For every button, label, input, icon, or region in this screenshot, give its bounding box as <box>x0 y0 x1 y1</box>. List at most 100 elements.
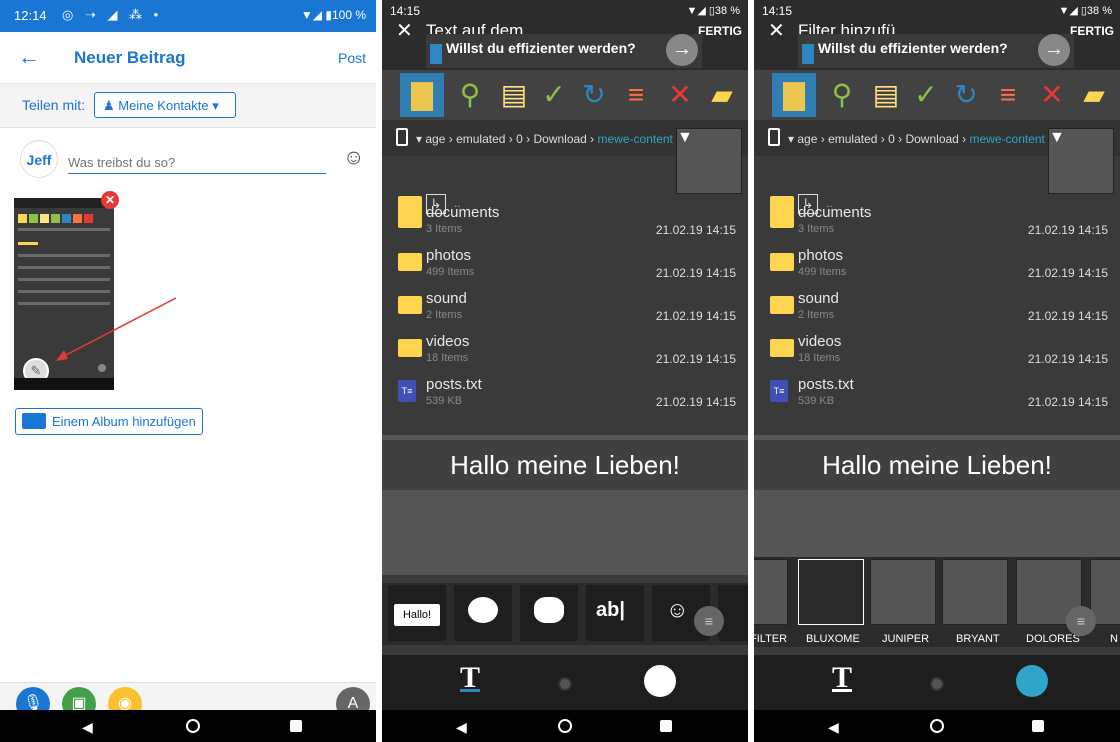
post-button[interactable]: Post <box>338 50 366 66</box>
refresh-icon[interactable]: ↻ <box>572 73 616 117</box>
filter-thumb-selected[interactable] <box>798 559 864 625</box>
search-icon[interactable]: ⚲ <box>448 73 492 117</box>
crumb[interactable]: emulated <box>456 132 505 146</box>
document-icon[interactable]: ▤ <box>864 73 908 117</box>
file-row[interactable]: T≡ posts.txt 539 KB 21.02.19 14:15 <box>754 372 1120 415</box>
sort-icon[interactable]: ≡ <box>986 73 1030 117</box>
folder-move-icon[interactable]: ▰ <box>1072 73 1116 117</box>
frame-icon[interactable] <box>718 585 748 641</box>
filter-label[interactable]: N <box>1110 633 1118 645</box>
filter-icon[interactable]: ▼ <box>676 128 742 194</box>
text-tool-icon[interactable]: T <box>460 661 480 695</box>
home-nav-icon[interactable] <box>558 719 572 733</box>
attached-image-thumbnail[interactable]: ✎ <box>14 198 114 390</box>
filter-thumb[interactable] <box>942 559 1008 625</box>
recents-nav-icon[interactable] <box>290 720 302 732</box>
folder-icon <box>398 253 422 271</box>
menu-handle-icon[interactable]: ≡ <box>694 606 724 636</box>
close-icon[interactable]: ✕ <box>768 18 785 43</box>
file-row[interactable]: documents 3 Items 21.02.19 14:15 <box>754 200 1120 243</box>
ad-info-icon[interactable] <box>430 44 442 64</box>
check-icon[interactable]: ✓ <box>904 73 948 117</box>
delete-icon[interactable]: ✕ <box>658 73 702 117</box>
android-nav-bar: ◀ <box>382 710 748 742</box>
avatar: Jeff <box>20 140 58 178</box>
close-icon[interactable]: ✕ <box>396 18 413 43</box>
crumb[interactable]: age <box>425 132 445 146</box>
file-row[interactable]: photos 499 Items 21.02.19 14:15 <box>754 243 1120 286</box>
sticker-hallo[interactable]: Hallo! <box>388 585 446 641</box>
post-text-input[interactable] <box>68 152 326 174</box>
check-icon[interactable]: ✓ <box>532 73 576 117</box>
sticker-text[interactable]: ab| <box>586 585 644 641</box>
folder-icon[interactable]: ▇ <box>772 73 816 117</box>
filter-label[interactable]: DOLORES <box>1026 633 1080 645</box>
ad-info-icon[interactable] <box>802 44 814 64</box>
filter-label[interactable]: JUNIPER <box>882 633 929 645</box>
device-icon[interactable] <box>396 128 408 146</box>
done-button[interactable]: FERTIG <box>1070 24 1114 38</box>
document-icon[interactable]: ▤ <box>492 73 536 117</box>
ad-banner[interactable]: Willst du effizienter werden? → <box>426 34 702 68</box>
overlay-text[interactable]: Hallo meine Lieben! <box>382 440 748 490</box>
share-audience-dropdown[interactable]: ♟ Meine Kontakte ▾ <box>94 92 236 118</box>
crumb[interactable]: age <box>797 132 817 146</box>
folder-move-icon[interactable]: ▰ <box>700 73 744 117</box>
recents-nav-icon[interactable] <box>1032 720 1044 732</box>
overlay-text[interactable]: Hallo meine Lieben! <box>754 440 1120 490</box>
thumb-navbar <box>14 378 114 390</box>
file-row[interactable]: sound 2 Items 21.02.19 14:15 <box>754 286 1120 329</box>
folder-icon <box>770 210 794 228</box>
crumb[interactable]: Download <box>905 132 958 146</box>
arrow-left-icon[interactable]: ← <box>18 44 40 70</box>
file-row[interactable]: sound 2 Items 21.02.19 14:15 <box>382 286 748 329</box>
filter-thumb[interactable] <box>754 559 788 625</box>
recents-nav-icon[interactable] <box>660 720 672 732</box>
file-size: 2 Items <box>426 309 463 321</box>
breadcrumb-path[interactable]: ▾ age › emulated › 0 › Download › mewe-c… <box>416 132 673 146</box>
filter-label[interactable]: BRYANT <box>956 633 1000 645</box>
file-row[interactable]: videos 18 Items 21.02.19 14:15 <box>382 329 748 372</box>
file-row[interactable]: videos 18 Items 21.02.19 14:15 <box>754 329 1120 372</box>
folder-icon[interactable]: ▇ <box>400 73 444 117</box>
menu-handle-icon[interactable]: ≡ <box>1066 606 1096 636</box>
emoji-icon[interactable]: ☺ <box>343 146 364 170</box>
back-nav-icon[interactable]: ◀ <box>828 719 839 736</box>
refresh-icon[interactable]: ↻ <box>944 73 988 117</box>
breadcrumb-path[interactable]: ▾ age › emulated › 0 › Download › mewe-c… <box>788 132 1045 146</box>
search-icon[interactable]: ⚲ <box>820 73 864 117</box>
filter-icon[interactable]: ▼ <box>1048 128 1114 194</box>
file-row[interactable]: photos 499 Items 21.02.19 14:15 <box>382 243 748 286</box>
crumb[interactable]: Download <box>533 132 586 146</box>
filter-label[interactable]: FILTER <box>754 633 787 645</box>
file-name: documents <box>426 204 500 221</box>
crumb-current[interactable]: mewe-content <box>598 132 673 146</box>
remove-image-close-icon[interactable]: ✕ <box>101 191 119 209</box>
file-row[interactable]: T≡ posts.txt 539 KB 21.02.19 14:15 <box>382 372 748 415</box>
back-nav-icon[interactable]: ◀ <box>82 719 93 736</box>
file-row[interactable]: documents 3 Items 21.02.19 14:15 <box>382 200 748 243</box>
aperture-filter-icon[interactable] <box>644 665 676 697</box>
home-nav-icon[interactable] <box>186 719 200 733</box>
home-nav-icon[interactable] <box>930 719 944 733</box>
arrow-right-icon[interactable]: → <box>1038 34 1070 66</box>
aperture-filter-icon[interactable] <box>1016 665 1048 697</box>
thought-bubble-icon[interactable] <box>520 585 578 641</box>
back-nav-icon[interactable]: ◀ <box>456 719 467 736</box>
sort-icon[interactable]: ≡ <box>614 73 658 117</box>
arrow-right-icon[interactable]: → <box>666 34 698 66</box>
device-icon[interactable] <box>768 128 780 146</box>
add-to-album-button[interactable]: Einem Album hinzufügen <box>15 408 203 435</box>
speech-bubble-icon[interactable] <box>454 585 512 641</box>
crumb[interactable]: 0 <box>516 132 523 146</box>
delete-icon[interactable]: ✕ <box>1030 73 1074 117</box>
folder-icon <box>770 253 794 271</box>
done-button[interactable]: FERTIG <box>698 24 742 38</box>
crumb-current[interactable]: mewe-content <box>970 132 1045 146</box>
filter-thumb[interactable] <box>870 559 936 625</box>
ad-banner[interactable]: Willst du effizienter werden? → <box>798 34 1074 68</box>
text-tool-icon[interactable]: T <box>832 661 852 695</box>
filter-label[interactable]: BLUXOME <box>806 633 860 645</box>
crumb[interactable]: 0 <box>888 132 895 146</box>
crumb[interactable]: emulated <box>828 132 877 146</box>
